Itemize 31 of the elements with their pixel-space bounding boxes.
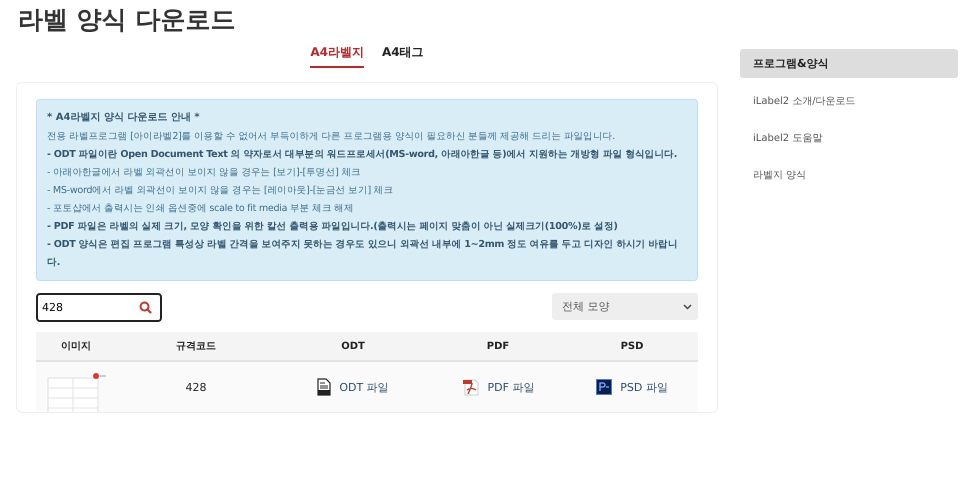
tab[interactable]: A4태그 <box>382 42 424 68</box>
notice-line: - 포토샵에서 출력시는 인쇄 옵션중에 scale to fit media 부분 체크 해제 <box>47 202 355 216</box>
sidebar-item[interactable]: iLabel2 소개/다운로드 <box>740 87 958 115</box>
table-cell-text: 428 <box>184 380 208 396</box>
chevron-icon <box>683 304 692 310</box>
shape-dropdown[interactable]: 전체 모양 <box>552 293 698 320</box>
sidebar-item[interactable]: iLabel2 도움말 <box>740 124 958 152</box>
tab[interactable]: A4라벨지 <box>310 42 364 68</box>
column-header: ODT <box>340 340 366 352</box>
pdf-icon <box>462 378 480 396</box>
notice-line: - PDF 파일은 라벨의 실제 크기, 모양 확인을 위한 칼선 출력용 파일입니다.(출력시는 페이지 맞춤이 아닌 실제크기(100%)로 설정) <box>47 220 619 234</box>
notice-line: - MS-word에서 라벨 외곽선이 보이지 않을 경우는 [레이아웃]-[눈금선 보기] 체크 <box>47 184 394 198</box>
sidebar-item[interactable]: 라벨지 양식 <box>740 161 958 189</box>
column-header: 규격코드 <box>175 340 217 353</box>
notice-line: - ODT 파일이란 Open Document Text 의 약자로서 대부분의 워드프로세서(MS-word, 아래아한글 등)에서 지원하는 개방형 파일 형식입니다. <box>47 148 678 162</box>
document-icon <box>317 378 332 396</box>
file-link[interactable]: ODT 파일 <box>317 378 389 396</box>
search-field[interactable]: 428 <box>36 293 162 322</box>
file-link[interactable]: PDF 파일 <box>462 378 534 396</box>
sidebar-item[interactable]: 프로그램&양식 <box>740 49 958 78</box>
photoshop-icon <box>596 379 612 395</box>
column-header: PSD <box>620 340 644 352</box>
column-header: PDF <box>486 340 510 352</box>
notice-line: - ODT 양식은 편집 프로그램 특성상 라벨 간격을 보여주지 못하는 경우도 있으니 외곽선 내부에 1~2mm 정도 여유를 두고 디자인 하시기 바랍니다. <box>47 238 679 270</box>
file-link[interactable]: PSD 파일 <box>596 379 668 395</box>
notice-line: - 아래아한글에서 라벨 외곽선이 보이지 않을 경우는 [보기]-[투명선] 체크 <box>47 166 362 180</box>
column-header: 이미지 <box>60 340 92 353</box>
page-title: 라벨 양식 다운로드 <box>18 4 236 36</box>
search-icon[interactable] <box>139 301 152 314</box>
notice-line: 전용 라벨프로그램 [아이라벨2]를 이용할 수 없어서 부득이하게 다른 프로그램용 양식이 필요하신 분들께 제공해 드리는 파일입니다. <box>47 130 616 144</box>
notice-heading: * A4라벨지 양식 다운로드 안내 * <box>47 111 201 124</box>
